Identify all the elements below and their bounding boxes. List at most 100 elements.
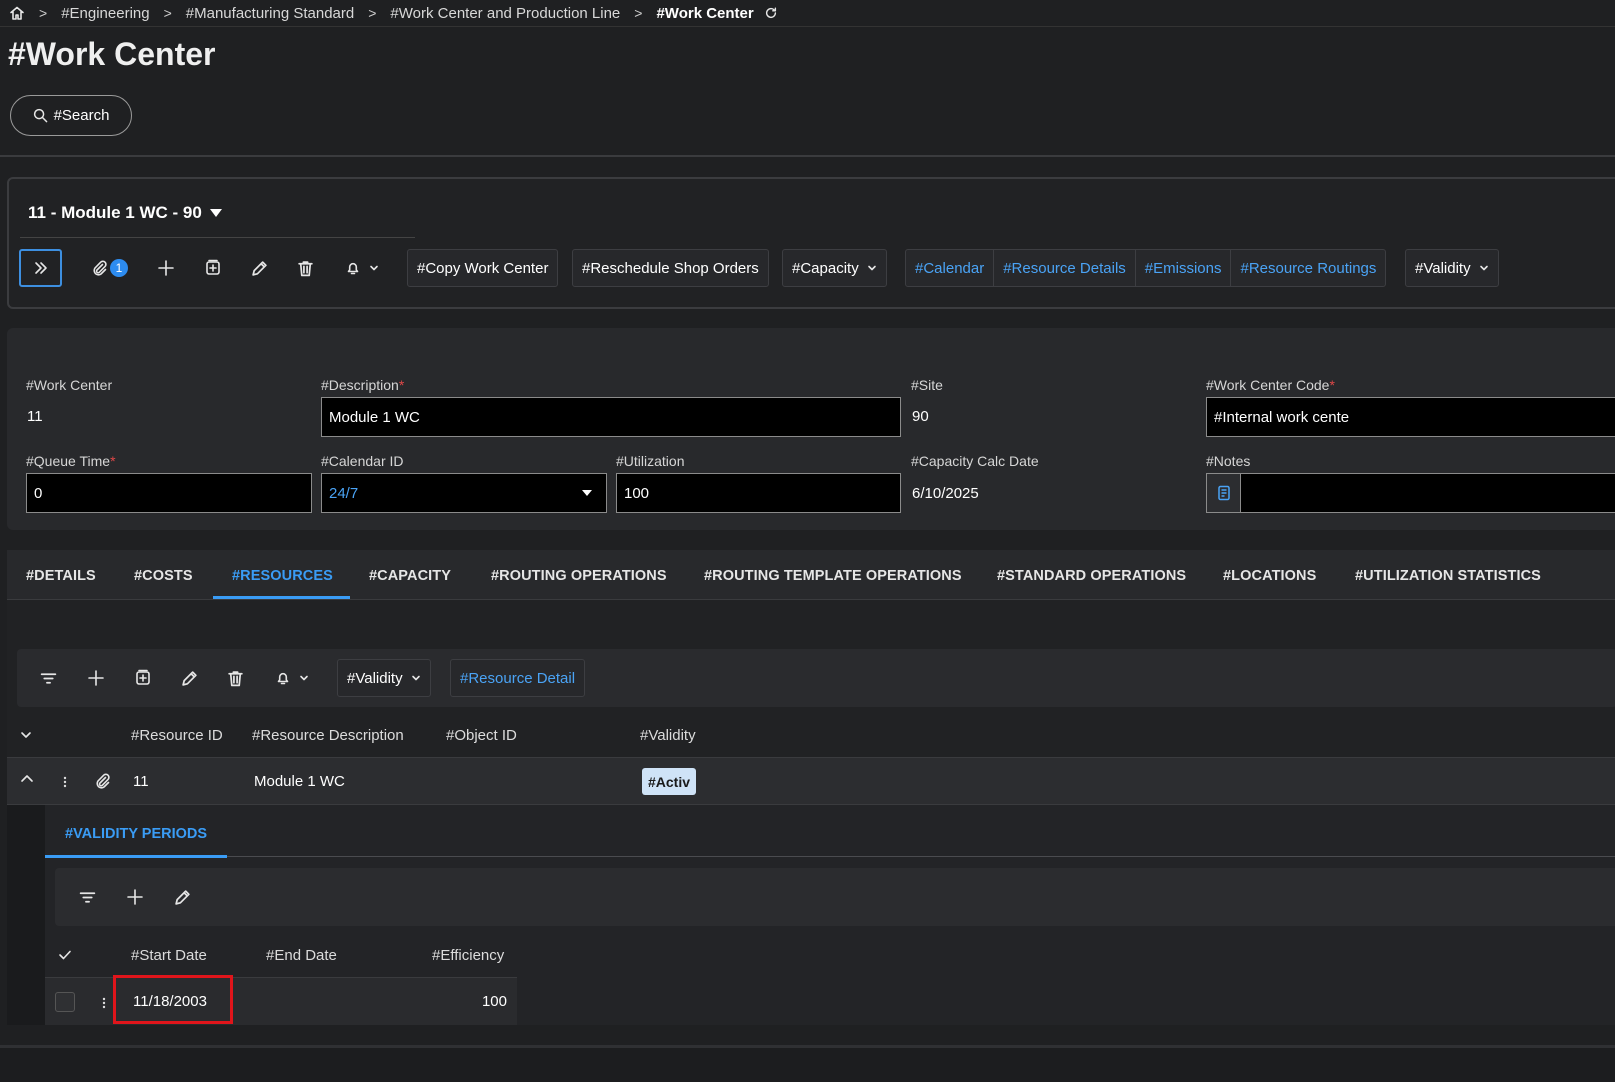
resource-routings-link[interactable]: #Resource Routings xyxy=(1231,250,1385,286)
column-header-resource-description[interactable]: #Resource Description xyxy=(252,727,404,744)
delete-button[interactable] xyxy=(291,249,319,287)
add-resource-button[interactable] xyxy=(82,659,110,697)
notes-label: #Notes xyxy=(1206,453,1251,469)
plus-icon xyxy=(158,260,174,276)
chevron-up-icon[interactable] xyxy=(20,773,34,785)
search-icon xyxy=(33,108,47,123)
calendar-id-select[interactable]: 24/7 xyxy=(321,473,607,513)
resource-validity-dropdown[interactable]: #Validity xyxy=(337,659,431,697)
column-header-validity[interactable]: #Validity xyxy=(640,727,696,744)
breadcrumb-item-manufacturing-standard[interactable]: #Manufacturing Standard xyxy=(186,5,354,22)
description-label-text: #Description xyxy=(321,377,399,393)
attachment-count-badge: 1 xyxy=(110,259,128,277)
edit-period-button[interactable] xyxy=(168,878,196,916)
work-center-code-label-text: #Work Center Code xyxy=(1206,377,1330,393)
divider xyxy=(20,237,415,238)
tab-standard-operations[interactable]: #STANDARD OPERATIONS xyxy=(997,568,1186,584)
paperclip-icon[interactable] xyxy=(95,773,111,789)
chevron-down-icon xyxy=(867,265,876,271)
pencil-icon xyxy=(181,670,197,686)
breadcrumb-item-engineering[interactable]: #Engineering xyxy=(61,5,149,22)
double-chevron-right-icon xyxy=(34,262,47,274)
record-selector[interactable]: 11 - Module 1 WC - 90 xyxy=(28,203,222,223)
more-options-icon[interactable] xyxy=(101,996,107,1010)
search-button-label: #Search xyxy=(53,107,110,124)
reschedule-shop-orders-button[interactable]: #Reschedule Shop Orders xyxy=(572,249,769,287)
validity-dropdown[interactable]: #Validity xyxy=(1405,249,1499,287)
utilization-input[interactable]: 100 xyxy=(616,473,901,513)
notes-button[interactable] xyxy=(1206,473,1241,513)
duplicate-icon xyxy=(136,669,150,685)
tab-locations[interactable]: #LOCATIONS xyxy=(1223,568,1316,584)
calendar-id-value: 24/7 xyxy=(329,484,359,502)
emissions-link[interactable]: #Emissions xyxy=(1136,250,1232,286)
tab-routing-operations[interactable]: #ROUTING OPERATIONS xyxy=(491,568,667,584)
queue-time-label-text: #Queue Time xyxy=(26,453,111,469)
filter-button[interactable] xyxy=(73,878,101,916)
home-icon[interactable] xyxy=(9,5,25,21)
calendar-id-label: #Calendar ID xyxy=(321,453,404,469)
status-badge: #Activ xyxy=(642,768,696,795)
capacity-dropdown[interactable]: #Capacity xyxy=(782,249,887,287)
tab-utilization-statistics[interactable]: #UTILIZATION STATISTICS xyxy=(1355,568,1541,584)
search-button[interactable]: #Search xyxy=(10,95,132,136)
more-options-icon[interactable] xyxy=(62,775,68,789)
chevron-right-icon: > xyxy=(163,5,172,21)
duplicate-resource-button[interactable] xyxy=(129,659,157,697)
add-button[interactable] xyxy=(152,249,180,287)
breadcrumb: > #Engineering > #Manufacturing Standard… xyxy=(0,0,1615,27)
calendar-link[interactable]: #Calendar xyxy=(906,250,995,286)
chevron-right-icon: > xyxy=(39,5,48,21)
copy-work-center-button[interactable]: #Copy Work Center xyxy=(407,249,559,287)
site-link[interactable]: 90 xyxy=(912,408,929,425)
copy-work-center-label: #Copy Work Center xyxy=(417,259,549,277)
tab-resources[interactable]: #RESOURCES xyxy=(232,568,333,584)
edit-resource-button[interactable] xyxy=(175,659,203,697)
resource-notifications-dropdown[interactable] xyxy=(268,659,316,697)
tab-costs[interactable]: #COSTS xyxy=(134,568,193,584)
tab-routing-template-operations[interactable]: #ROUTING TEMPLATE OPERATIONS xyxy=(704,568,962,584)
breadcrumb-item-work-center-production-line[interactable]: #Work Center and Production Line xyxy=(390,5,620,22)
site-label: #Site xyxy=(911,377,943,393)
duplicate-button[interactable] xyxy=(199,249,227,287)
utilization-label: #Utilization xyxy=(616,453,685,469)
capacity-calc-date-value: 6/10/2025 xyxy=(912,485,979,502)
work-center-code-select[interactable]: #Internal work cente xyxy=(1206,397,1615,437)
refresh-icon[interactable] xyxy=(764,6,778,20)
notifications-dropdown[interactable] xyxy=(338,249,386,287)
queue-time-input[interactable]: 0 xyxy=(26,473,312,513)
efficiency-cell[interactable]: 100 xyxy=(440,993,507,1010)
edit-button[interactable] xyxy=(245,249,273,287)
bell-icon xyxy=(277,672,289,685)
notes-input[interactable] xyxy=(1240,473,1615,513)
tab-validity-periods[interactable]: #VALIDITY PERIODS xyxy=(65,826,207,842)
record-header-card xyxy=(7,177,1615,309)
add-period-button[interactable] xyxy=(121,878,149,916)
column-header-efficiency[interactable]: #Efficiency xyxy=(432,947,504,964)
required-mark: * xyxy=(398,377,405,393)
validity-periods-toolbar xyxy=(55,868,1615,926)
column-header-start-date[interactable]: #Start Date xyxy=(131,947,207,964)
column-header-object-id[interactable]: #Object ID xyxy=(446,727,517,744)
filter-button[interactable] xyxy=(34,659,62,697)
tab-details[interactable]: #DETAILS xyxy=(26,568,96,584)
column-header-end-date[interactable]: #End Date xyxy=(266,947,337,964)
column-header-resource-id[interactable]: #Resource ID xyxy=(131,727,223,744)
caret-down-icon xyxy=(582,490,592,496)
active-tab-indicator xyxy=(45,855,227,858)
delete-resource-button[interactable] xyxy=(221,659,249,697)
row-checkbox[interactable] xyxy=(55,992,75,1012)
select-all-check-icon[interactable] xyxy=(58,949,72,961)
collapse-all-icon[interactable] xyxy=(20,729,32,741)
expand-button[interactable] xyxy=(19,249,62,287)
capacity-calc-date-label: #Capacity Calc Date xyxy=(911,453,1039,469)
resource-details-link[interactable]: #Resource Details xyxy=(994,250,1136,286)
tab-capacity[interactable]: #CAPACITY xyxy=(369,568,451,584)
attachment-button[interactable]: 1 xyxy=(86,249,134,287)
duplicate-icon xyxy=(206,259,220,275)
resource-detail-link[interactable]: #Resource Detail xyxy=(450,659,586,697)
description-input[interactable]: Module 1 WC xyxy=(321,397,901,437)
filter-icon xyxy=(79,891,95,903)
reschedule-shop-orders-label: #Reschedule Shop Orders xyxy=(582,259,759,277)
table-row[interactable] xyxy=(7,757,1615,805)
